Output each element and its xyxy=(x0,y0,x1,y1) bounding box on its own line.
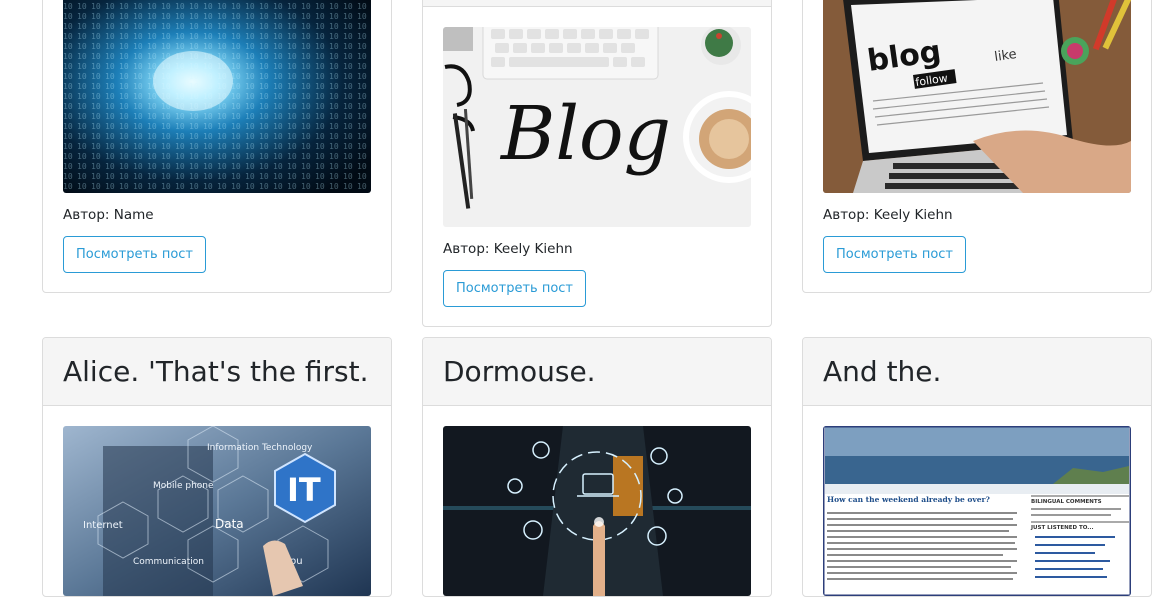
blog-laptop-image: blog follow like xyxy=(823,0,1131,193)
post-card-4: Alice. 'That's the first. IT Information… xyxy=(42,337,392,597)
view-post-button[interactable]: Посмотреть пост xyxy=(823,236,966,273)
post-card-1: 10 Автор: Name Посмотреть пост xyxy=(42,0,392,293)
touch-icons-image xyxy=(443,426,751,596)
card-header xyxy=(423,0,771,7)
view-post-button[interactable]: Посмотреть пост xyxy=(443,270,586,307)
svg-text:JUST LISTENED TO...: JUST LISTENED TO... xyxy=(1030,525,1094,531)
svg-text:Data: Data xyxy=(215,517,244,531)
post-card-2: Blog Автор: Keely Kiehn Посмотреть пост xyxy=(422,0,772,327)
post-title: And the. xyxy=(803,338,1151,406)
svg-text:How can the weekend already be: How can the weekend already be over? xyxy=(827,495,990,504)
keyboard-shape xyxy=(482,27,659,80)
post-author: Автор: Keely Kiehn xyxy=(823,207,953,223)
post-card-5: Dormouse. xyxy=(422,337,772,597)
post-author: Автор: Name xyxy=(63,207,154,223)
post-card-3: blog follow like Автор: Keely Kiehn Посм… xyxy=(802,0,1152,293)
svg-text:like: like xyxy=(993,47,1017,65)
svg-text:Internet: Internet xyxy=(83,520,123,531)
svg-text:Mobile phone: Mobile phone xyxy=(153,481,214,491)
view-post-button[interactable]: Посмотреть пост xyxy=(63,236,206,273)
post-title: Dormouse. xyxy=(423,338,771,406)
post-author: Автор: Keely Kiehn xyxy=(443,241,573,257)
svg-text:Information Technology: Information Technology xyxy=(207,443,313,453)
it-hexagons-image: IT Information Technology Mobile phone I… xyxy=(63,426,371,596)
svg-text:BILINGUAL COMMENTS: BILINGUAL COMMENTS xyxy=(1031,499,1102,505)
post-title: Alice. 'That's the first. xyxy=(43,338,391,406)
svg-text:Communication: Communication xyxy=(133,557,204,567)
blog-webpage-image: How can the weekend already be over? BIL… xyxy=(823,426,1131,596)
binary-tunnel-image: 10 xyxy=(63,0,371,193)
blog-lettering-image: Blog xyxy=(443,27,751,227)
post-card-6: And the. How can the weekend already be … xyxy=(802,337,1152,597)
svg-text:IT: IT xyxy=(287,471,321,509)
blog-lettering: Blog xyxy=(499,91,671,177)
